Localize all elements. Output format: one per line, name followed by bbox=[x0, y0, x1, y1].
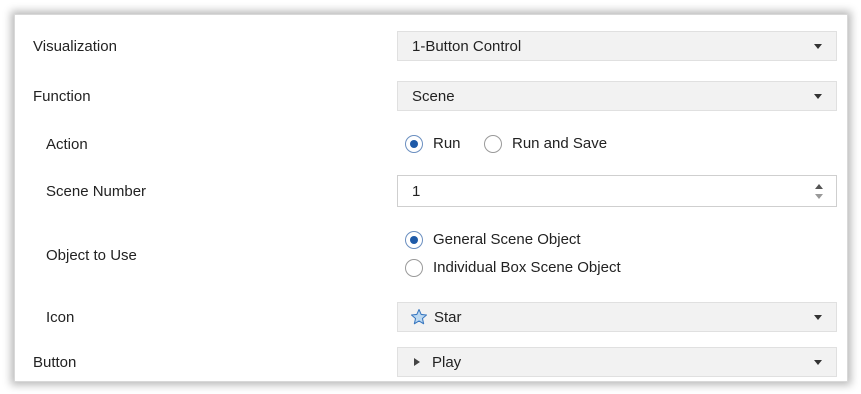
chevron-down-icon bbox=[814, 360, 822, 365]
general-scene-object-label: General Scene Object bbox=[433, 231, 581, 248]
button-row: Button Play bbox=[15, 347, 847, 377]
visualization-dropdown[interactable]: 1-Button Control bbox=[397, 31, 837, 61]
visualization-label: Visualization bbox=[33, 38, 117, 55]
function-label: Function bbox=[33, 88, 91, 105]
action-run-and-save-label: Run and Save bbox=[512, 135, 608, 152]
star-icon bbox=[410, 308, 428, 325]
function-row: Function Scene bbox=[15, 81, 847, 111]
chevron-down-icon bbox=[814, 315, 822, 320]
object-to-use-label: Object to Use bbox=[46, 247, 137, 264]
function-value: Scene bbox=[412, 88, 455, 105]
icon-label: Icon bbox=[46, 309, 75, 326]
chevron-down-icon bbox=[814, 94, 822, 99]
scene-number-label: Scene Number bbox=[46, 183, 147, 200]
icon-row: Icon Star bbox=[15, 302, 847, 332]
parameter-panel: Visualization 1-Button Control Function … bbox=[14, 14, 848, 382]
radio-selected-icon bbox=[405, 135, 423, 153]
action-row: Action Run Run and Save bbox=[15, 133, 847, 157]
button-label: Button bbox=[33, 354, 77, 371]
button-value: Play bbox=[432, 354, 462, 371]
scene-number-row: Scene Number 1 bbox=[15, 175, 847, 207]
radio-selected-icon bbox=[405, 231, 423, 249]
icon-dropdown[interactable]: Star bbox=[397, 302, 837, 332]
radio-unselected-icon bbox=[405, 259, 423, 277]
individual-box-scene-object-label: Individual Box Scene Object bbox=[433, 259, 621, 276]
function-dropdown[interactable]: Scene bbox=[397, 81, 837, 111]
object-to-use-row: Object to Use General Scene Object Indiv… bbox=[15, 229, 847, 281]
scene-number-stepper[interactable]: 1 bbox=[397, 175, 837, 207]
visualization-row: Visualization 1-Button Control bbox=[15, 31, 847, 61]
visualization-value: 1-Button Control bbox=[412, 38, 522, 55]
action-run-label: Run bbox=[433, 135, 461, 152]
scene-number-value: 1 bbox=[412, 183, 421, 200]
decrement-arrow-icon[interactable] bbox=[815, 194, 823, 199]
button-dropdown[interactable]: Play bbox=[397, 347, 837, 377]
increment-arrow-icon[interactable] bbox=[815, 184, 823, 189]
chevron-down-icon bbox=[814, 44, 822, 49]
icon-value: Star bbox=[434, 309, 462, 326]
radio-unselected-icon bbox=[484, 135, 502, 153]
play-icon bbox=[414, 358, 420, 366]
action-label: Action bbox=[46, 136, 88, 153]
